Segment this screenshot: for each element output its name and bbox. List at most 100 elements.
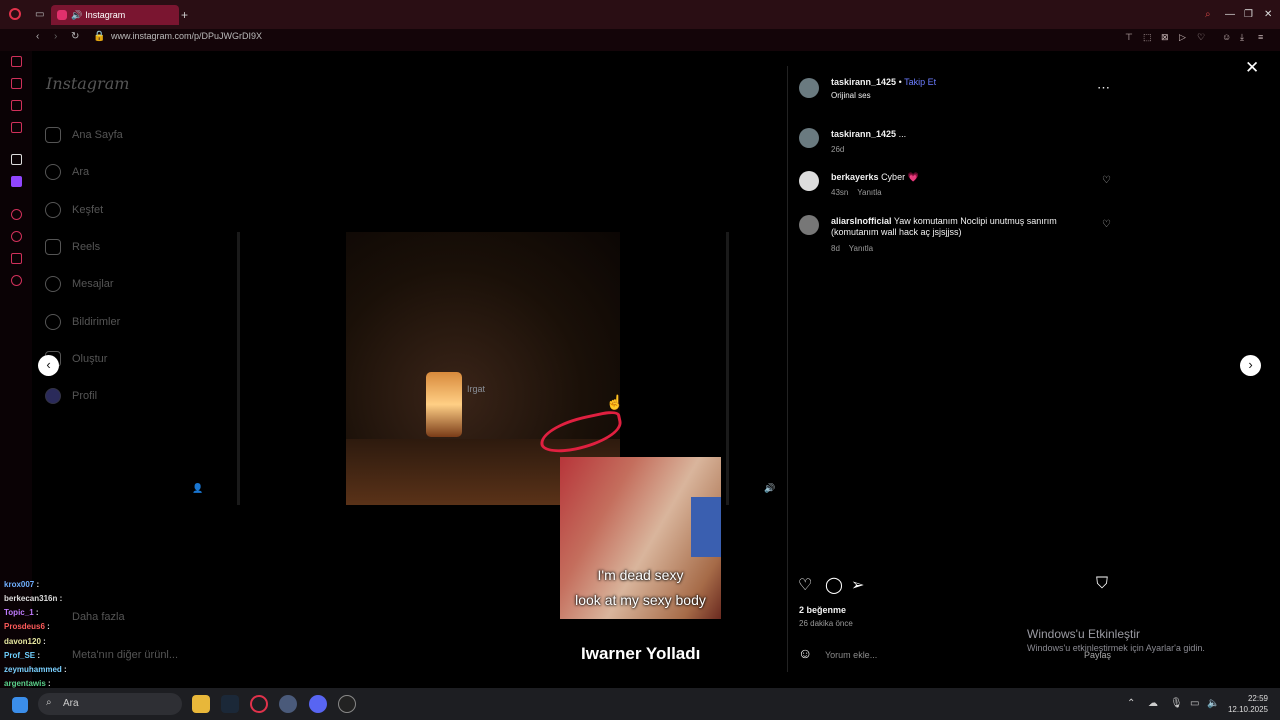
meta-products-menu[interactable]: Meta'nın diğer ürünl... <box>72 649 178 661</box>
activation-watermark-text: Windows'u etkinleştirmek için Ayarlar'a … <box>1027 643 1205 653</box>
url-field[interactable]: www.instagram.com/p/DPuJWGrDI9X <box>111 31 262 41</box>
back-icon[interactable]: ‹ <box>36 31 39 42</box>
onedrive-icon[interactable]: ☁ <box>1148 698 1158 709</box>
instagram-logo[interactable]: Instagram <box>46 74 129 93</box>
obs-icon[interactable] <box>338 695 356 713</box>
sidebar-item-label: Oluştur <box>72 353 108 365</box>
comment-emoji: 💗 <box>907 172 919 182</box>
tagged-users-icon[interactable]: 👤 <box>192 483 203 494</box>
author-username[interactable]: taskirann_1425 <box>831 77 896 87</box>
sidebar-item-home[interactable]: Ana Sayfa <box>45 127 123 143</box>
new-tab-button[interactable]: + <box>181 8 188 22</box>
likes-count[interactable]: 2 beğenme <box>799 605 846 615</box>
close-window-icon[interactable]: ✕ <box>1264 9 1272 20</box>
reload-icon[interactable]: ↻ <box>71 31 79 42</box>
extensions-icon[interactable] <box>11 253 22 264</box>
player-icon[interactable]: ▷ <box>1179 32 1186 43</box>
download-icon[interactable]: ⤓ <box>1240 32 1244 43</box>
sidebar-item-profile[interactable]: Profil <box>45 388 97 404</box>
commenter-avatar[interactable] <box>799 215 819 235</box>
like-icon[interactable]: ♡ <box>798 575 812 595</box>
sidebar-item-search[interactable]: Ara <box>45 164 89 180</box>
share-icon[interactable]: ➢ <box>851 575 864 595</box>
save-bookmark-icon[interactable]: ⛉ <box>1096 575 1108 593</box>
apex-icon[interactable] <box>11 154 22 165</box>
sidebar-item-reels[interactable]: Reels <box>45 239 100 255</box>
volume-icon[interactable]: 🔈 <box>1207 698 1219 709</box>
reply-button[interactable]: Yanıtla <box>857 188 881 197</box>
close-modal-icon[interactable]: ✕ <box>1245 58 1259 78</box>
taskbar-search-label: Ara <box>63 698 79 709</box>
tray-chevron-icon[interactable]: ⌃ <box>1127 698 1135 709</box>
opera-gx-icon[interactable] <box>250 695 268 713</box>
compass-icon <box>45 202 61 218</box>
sidebar-item-notifications[interactable]: Bildirimler <box>45 314 120 330</box>
audio-label[interactable]: Orijinal ses <box>831 91 871 100</box>
comment-meta: 43sn Yanıtla <box>831 188 882 197</box>
sidebar-item-messages[interactable]: Mesajlar <box>45 276 114 292</box>
next-post-button[interactable]: › <box>1240 355 1261 376</box>
home-icon <box>45 127 61 143</box>
messenger-rail-icon[interactable] <box>11 100 22 111</box>
taskbar-time[interactable]: 22:59 <box>1228 694 1268 703</box>
forward-icon[interactable]: › <box>54 31 57 42</box>
opera-menu-icon[interactable] <box>9 8 21 20</box>
more-options-icon[interactable]: ⋯ <box>1097 80 1110 96</box>
vpn-icon[interactable]: ⊠ <box>1161 32 1169 43</box>
like-comment-icon[interactable]: ♡ <box>1102 219 1111 230</box>
maps-rail-icon[interactable] <box>11 122 22 133</box>
comment-icon[interactable]: ◯ <box>825 575 843 595</box>
taskbar-date[interactable]: 12.10.2025 <box>1222 705 1268 714</box>
twitch-icon[interactable] <box>11 176 22 187</box>
follow-button[interactable]: Takip Et <box>904 77 936 87</box>
reply-button[interactable]: Yanıtla <box>849 244 873 253</box>
player-rail-icon[interactable] <box>11 209 22 220</box>
comment-username[interactable]: aliarslnofficial <box>831 216 892 226</box>
comment-meta: 8d Yanıtla <box>831 244 873 253</box>
caption-username[interactable]: taskirann_1425 <box>831 129 896 139</box>
previous-post-button[interactable]: ‹ <box>38 355 59 376</box>
comment-username[interactable]: berkayerks <box>831 172 879 182</box>
discord-icon[interactable] <box>309 695 327 713</box>
maximize-icon[interactable]: ❐ <box>1244 9 1253 20</box>
file-explorer-icon[interactable] <box>192 695 210 713</box>
app-icon[interactable] <box>279 695 297 713</box>
network-icon[interactable]: ▭ <box>1190 698 1199 709</box>
messenger-icon <box>45 276 61 292</box>
pin-icon[interactable]: ⊤ <box>1125 32 1133 43</box>
crypto-wallet-icon[interactable] <box>11 78 22 89</box>
snapshot-icon[interactable]: ⬚ <box>1143 32 1152 43</box>
lock-icon: 🔒 <box>93 31 106 42</box>
taskbar-search[interactable]: ⌕ Ara <box>38 693 182 715</box>
comment-text: Cyber <box>881 172 906 182</box>
post-time-ago: 26 dakika önce <box>799 619 853 628</box>
chat-line: davon120 : <box>4 637 46 646</box>
like-comment-icon[interactable]: ♡ <box>1102 175 1111 186</box>
microphone-icon[interactable]: 🎙 <box>1170 698 1183 709</box>
emoji-icon[interactable]: ☺ <box>798 645 812 661</box>
windows-start-icon[interactable] <box>12 697 28 713</box>
speaker-icon[interactable]: 🔊 <box>71 10 82 21</box>
author-avatar[interactable] <box>799 78 819 98</box>
chat-line: Prosdeus6 : <box>4 622 50 631</box>
aria-icon[interactable] <box>11 56 22 67</box>
favorites-icon[interactable]: ♡ <box>1197 32 1205 43</box>
video-player-label: Irgat <box>467 384 486 394</box>
tab-workspace-icon[interactable]: ▭ <box>35 9 44 20</box>
easy-setup-icon[interactable]: ≡ <box>1258 32 1263 42</box>
overlay-text-line1: I'm dead sexy <box>597 567 684 583</box>
comment-input[interactable]: Yorum ekle... <box>825 650 877 660</box>
tab-instagram[interactable]: 🔊 Instagram <box>51 5 179 25</box>
commenter-avatar[interactable] <box>799 171 819 191</box>
caption-avatar[interactable] <box>799 128 819 148</box>
account-icon[interactable]: ☺ <box>1222 32 1231 42</box>
search-tabs-icon[interactable]: ⌕ <box>1205 9 1211 20</box>
mute-icon[interactable]: 🔊 <box>764 483 775 494</box>
chat-line: argentawis : <box>4 679 51 688</box>
steam-icon[interactable] <box>221 695 239 713</box>
history-icon[interactable] <box>11 231 22 242</box>
settings-icon[interactable] <box>11 275 22 286</box>
sidebar-item-explore[interactable]: Keşfet <box>45 202 103 218</box>
more-menu[interactable]: Daha fazla <box>72 611 125 623</box>
minimize-icon[interactable]: — <box>1225 9 1235 20</box>
